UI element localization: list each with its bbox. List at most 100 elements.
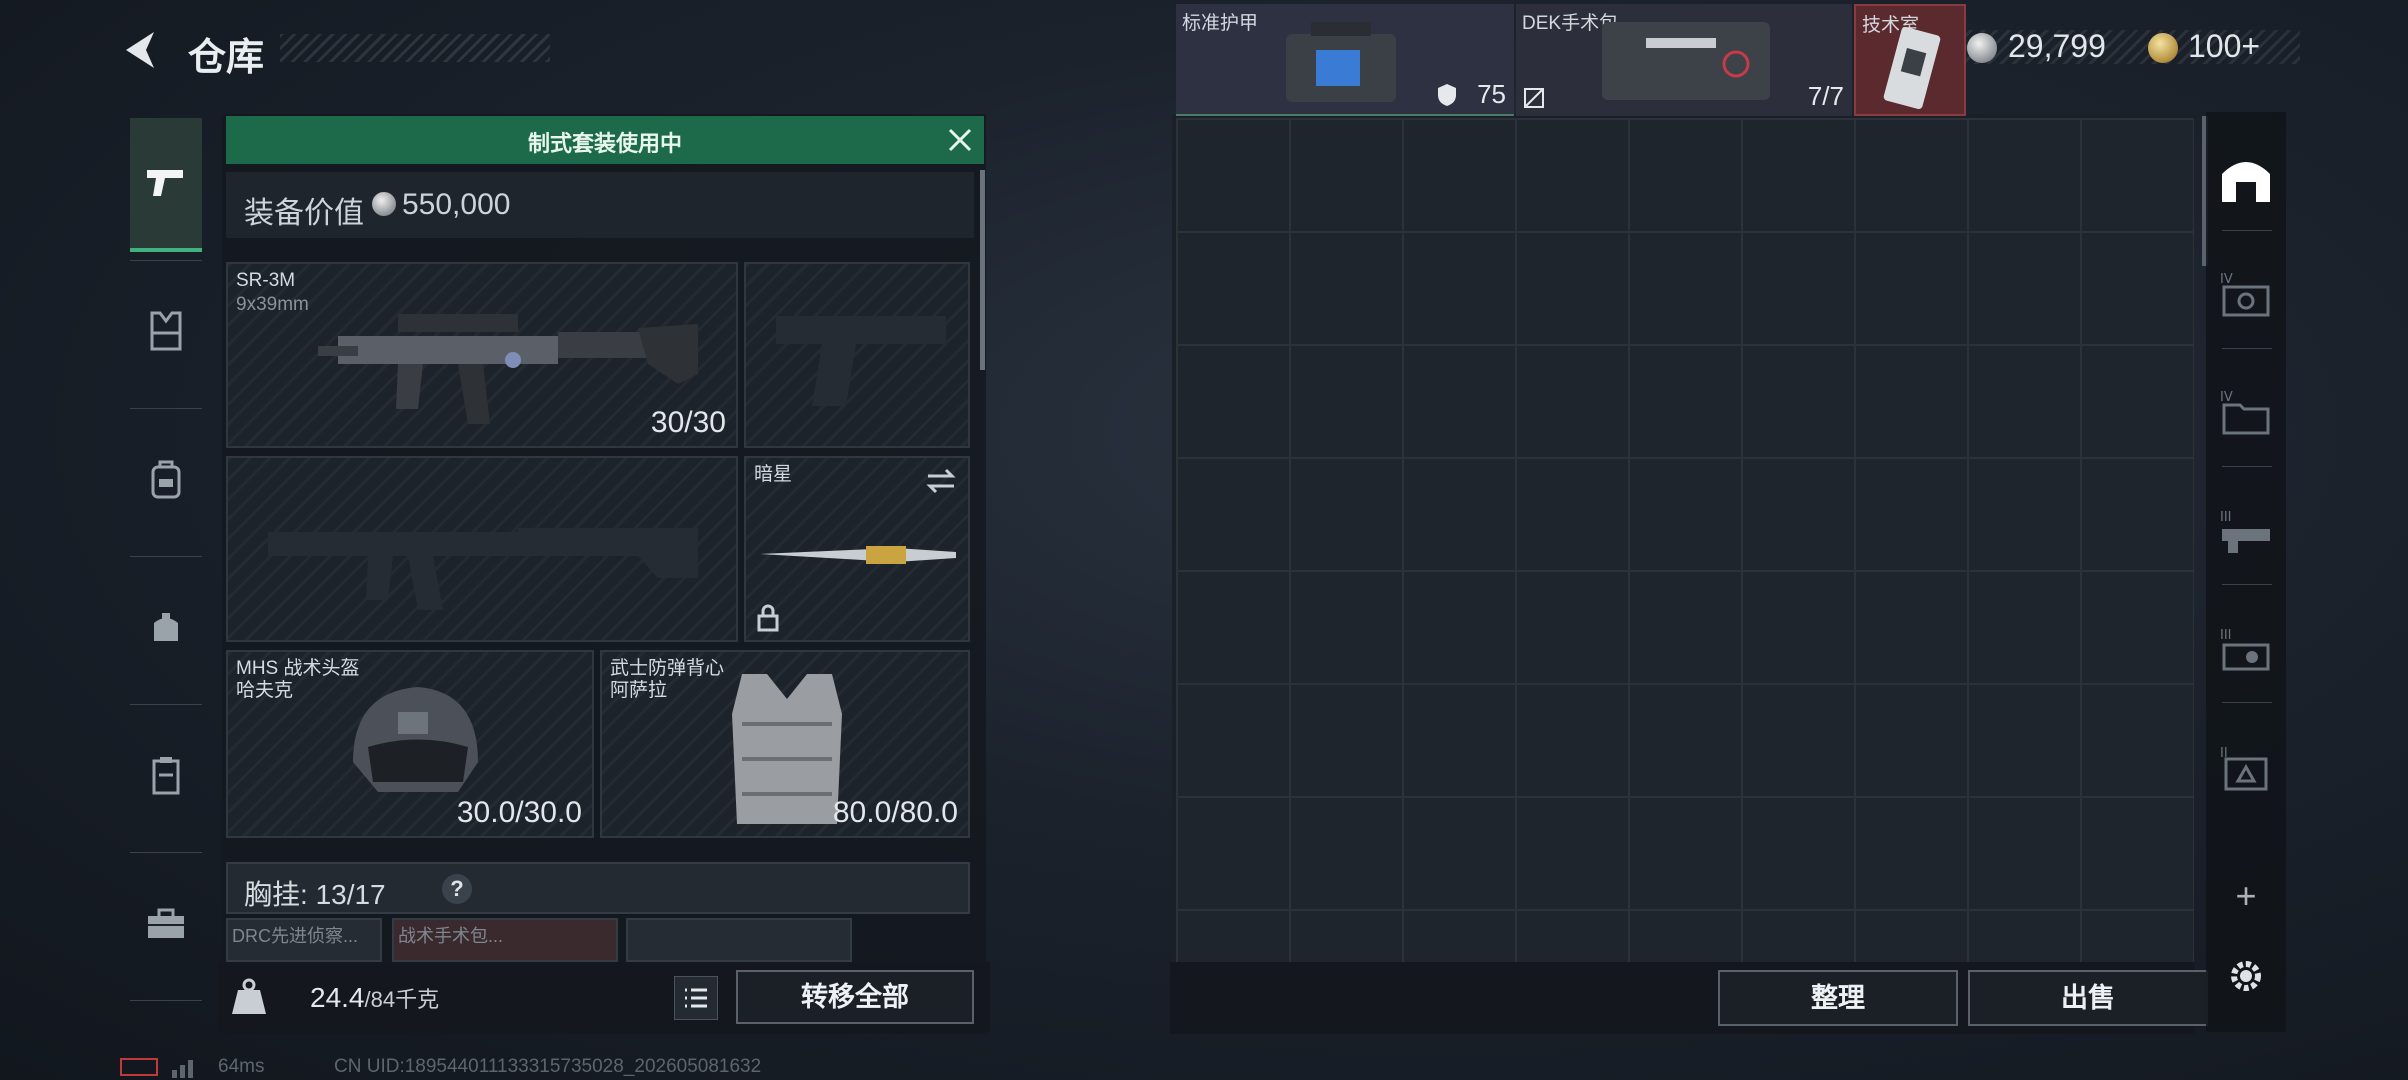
page-title: 仓库 (188, 37, 265, 79)
plus-icon: + (2235, 875, 2257, 916)
rifle-placeholder-icon (268, 528, 698, 610)
battery-icon (120, 1058, 158, 1076)
equipment-value-amount: 550,000 (402, 188, 511, 221)
category-sidebar (120, 108, 212, 1008)
help-icon[interactable]: ? (442, 874, 472, 904)
keycard-image (1883, 27, 1941, 109)
tier-iv-folder-icon: IV (2220, 390, 2270, 435)
stash-item-medkit[interactable]: DEK手术包 7/7 (1516, 4, 1852, 116)
helmet-durability: 30.0/30.0 (456, 796, 582, 829)
tier-ii-box-icon: II (2220, 746, 2268, 791)
gold-coin-icon (2148, 33, 2178, 63)
uid-text: CN UID:1895440111333157350​28_2026050816… (334, 1056, 762, 1077)
rifle-image (318, 314, 698, 424)
sidebar-item-container[interactable] (130, 710, 202, 840)
signal-icon (172, 1060, 193, 1078)
pistol-icon (147, 170, 183, 196)
stash-tab-iii-tool[interactable]: III (2214, 618, 2278, 682)
svg-text:IV: IV (2220, 390, 2233, 405)
chest-rig-row[interactable]: 胸挂: 13/17 ? (226, 862, 970, 914)
knife-image (760, 546, 956, 564)
ammo-count: 30/30 (650, 406, 726, 439)
close-icon[interactable] (944, 124, 976, 156)
sidebar-item-weapons[interactable] (130, 118, 202, 252)
transfer-all-button[interactable]: 转移全部 (736, 970, 974, 1024)
stash-item-armor[interactable]: 标准护甲 75 (1176, 4, 1514, 116)
loadout-scrollbar[interactable] (980, 170, 985, 370)
silver-currency-amount: 29,799 (2008, 28, 2106, 64)
stash-item-name: 标准护甲 (1182, 13, 1259, 34)
stash-tab-ii-box[interactable]: II (2214, 736, 2278, 800)
armor-durability: 80.0/80.0 (832, 796, 958, 829)
gear-icon (2231, 961, 2261, 991)
equipment-value-label: 装备价值 (244, 197, 364, 230)
body-armor-slot[interactable]: 武士防弹背心 阿萨拉 80.0/80.0 (600, 650, 970, 838)
vest-icon (150, 311, 182, 351)
silver-coin-icon (1967, 33, 1997, 63)
sidebar-item-toolbox[interactable] (130, 858, 202, 988)
sidebar-item-backpack[interactable] (130, 414, 202, 544)
pistol-placeholder-icon (776, 316, 946, 406)
title-decoration (280, 34, 550, 62)
svg-text:III: III (2220, 628, 2232, 643)
primary-weapon-slot-2[interactable] (226, 456, 738, 642)
helmet-brand: 哈夫克 (236, 680, 294, 701)
container-icon (152, 757, 180, 795)
primary-weapon-slot[interactable]: SR-3M 9x39mm 30/30 (226, 262, 738, 448)
stash-cells[interactable] (1176, 118, 2194, 964)
lock-icon (757, 604, 779, 632)
settings-button[interactable] (2214, 944, 2278, 1008)
stash-item-count: 75 (1477, 79, 1506, 109)
preset-banner: 制式套装使用中 (226, 116, 984, 164)
chest-item-slot[interactable]: DRC先进侦察... (226, 918, 382, 962)
preset-banner-text: 制式套装使用中 (527, 131, 682, 156)
stash-item-count: 7/7 (1807, 81, 1844, 111)
weapon-name: SR-3M (236, 270, 296, 291)
melee-name: 暗星 (754, 464, 793, 485)
svg-text:IV: IV (2220, 272, 2233, 287)
gold-currency-amount[interactable]: 100+ (2188, 28, 2260, 65)
weight-icon (232, 978, 266, 1014)
stash-tab-iv-case[interactable]: IV (2214, 262, 2278, 326)
no-insure-icon (1524, 88, 1544, 108)
sidebar-item-vest[interactable] (130, 266, 202, 396)
silver-coin-icon (372, 192, 396, 216)
chest-rig-capacity: 13/17 (315, 879, 386, 910)
back-arrow-icon[interactable] (118, 28, 166, 72)
svg-text:III: III (2220, 510, 2232, 525)
stash-item-tech-room[interactable]: 技术室 (1854, 4, 1966, 116)
stash-tab-iv-folder[interactable]: IV (2214, 380, 2278, 444)
sell-button[interactable]: 出售 (1968, 970, 2208, 1026)
tier-iii-weapon-case-icon: III (2220, 510, 2270, 553)
secondary-weapon-slot[interactable] (744, 262, 970, 448)
chest-item-name: 战术手术包... (398, 926, 504, 946)
pouch-icon (154, 613, 178, 641)
stash-tabs: IV IV III III II + (2206, 112, 2286, 1032)
chest-item-slot-empty[interactable] (626, 918, 852, 962)
add-tab-button[interactable]: + (2214, 864, 2278, 928)
shield-icon (1438, 84, 1456, 106)
stash-home-icon (2222, 162, 2270, 202)
weapon-caliber: 9x39mm (236, 294, 309, 315)
list-view-button[interactable] (674, 976, 718, 1020)
armor-name: 武士防弹背心 (610, 658, 725, 679)
chest-item-name: DRC先进侦察... (232, 926, 358, 946)
sort-button[interactable]: 整理 (1718, 970, 1958, 1026)
melee-slot[interactable]: 暗星 (744, 456, 970, 642)
stash-grid[interactable] (1172, 114, 2194, 964)
chest-item-slot[interactable]: 战术手术包... (392, 918, 618, 962)
armor-kit-image (1286, 22, 1396, 102)
stash-tab-iii-weapon[interactable]: III (2214, 500, 2278, 564)
weight-text: 24.4/84千克 (310, 982, 440, 1013)
sidebar-item-pouch[interactable] (130, 562, 202, 692)
toolbox-icon (148, 908, 184, 938)
list-icon (685, 988, 707, 1008)
helmet-slot[interactable]: MHS 战术头盔 哈夫克 30.0/30.0 (226, 650, 594, 838)
loadout-bottom-bar: 24.4/84千克 转移全部 (218, 962, 990, 1032)
tier-iv-case-icon: IV (2220, 272, 2270, 317)
swap-icon[interactable] (924, 466, 958, 496)
armor-brand: 阿萨拉 (610, 680, 668, 701)
stash-tab-main[interactable] (2214, 148, 2278, 212)
tier-iii-tool-icon: III (2220, 628, 2270, 671)
chest-rig-label: 胸挂: 13/17 (244, 879, 386, 910)
